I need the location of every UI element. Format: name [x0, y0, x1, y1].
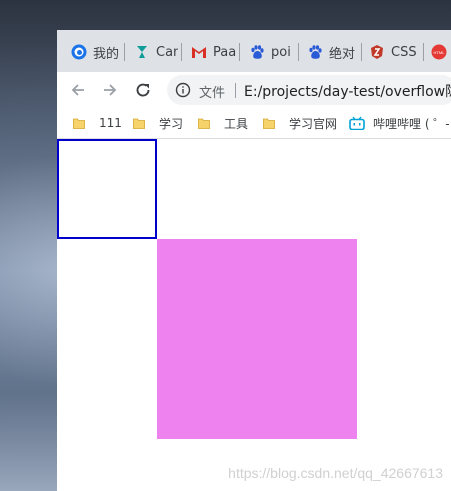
bookmark-bilibili[interactable]: 哔哩哔哩 ( ゜- [349, 114, 450, 132]
folder-icon [133, 118, 145, 129]
browser-toolbar: 文件 E:/projects/day-test/overflow隐 [57, 72, 451, 108]
bookmark-tools[interactable]: 工具 [198, 114, 248, 132]
baidu-paw-icon [309, 45, 322, 59]
bookmark-111[interactable]: 111 [73, 114, 122, 132]
browser-window: 我的 Can Paa poi 绝对 CSS HTML 文件 E:/project… [57, 30, 451, 491]
tab-separator [423, 43, 424, 61]
bookmarks-bar: 111 学习 工具 学习官网 哔哩哔哩 (゜- [57, 108, 451, 139]
url-scheme-label: 文件 [199, 86, 226, 101]
html-badge-icon: HTML [431, 44, 447, 60]
arrow-left-icon [71, 84, 84, 96]
tab-separator [124, 43, 125, 61]
watermark-text: https://blog.csdn.net/qq_42667613 [228, 465, 443, 481]
tab-3-label: Paa [213, 44, 236, 60]
info-icon[interactable] [175, 82, 191, 98]
violet-box [157, 239, 357, 439]
tab-6[interactable]: CSS [369, 41, 421, 63]
tab-separator [361, 43, 362, 61]
url-text[interactable]: E:/projects/day-test/overflow隐 [244, 81, 451, 101]
page-viewport: https://blog.csdn.net/qq_42667613 [57, 139, 451, 491]
bilibili-icon [349, 116, 365, 130]
address-bar[interactable]: 文件 E:/projects/day-test/overflow隐 [167, 75, 451, 105]
tab-separator [181, 43, 182, 61]
tab-5-label: 绝对 [329, 46, 356, 62]
bookmark-label: 111 [99, 116, 122, 130]
tab-3[interactable]: Paa [191, 41, 236, 63]
forward-button[interactable] [99, 79, 121, 101]
css-shield-icon [371, 45, 383, 59]
bookmark-label: 哔哩哔哩 ( ゜- [373, 116, 450, 131]
reload-button[interactable] [132, 79, 154, 101]
bookmark-study[interactable]: 学习 [133, 114, 183, 132]
tab-2-label: Can [156, 44, 178, 60]
gmail-icon [192, 47, 206, 58]
bookmark-label: 工具 [224, 116, 249, 131]
tab-7[interactable]: HTML [431, 41, 451, 63]
tab-separator [298, 43, 299, 61]
reload-icon [136, 83, 150, 97]
tab-2[interactable]: Can [134, 41, 178, 63]
tab-4[interactable]: poi [249, 41, 294, 63]
html-badge-text: HTML [434, 50, 446, 55]
outlined-box [57, 139, 157, 239]
baidu-paw-icon [251, 45, 264, 59]
sogou-icon [71, 44, 87, 60]
tab-1[interactable]: 我的 [71, 41, 121, 63]
caniuse-icon [137, 46, 147, 58]
back-button[interactable] [67, 79, 89, 101]
tab-5[interactable]: 绝对 [307, 41, 359, 63]
bookmark-label: 学习官网 [289, 116, 338, 131]
bookmark-label: 学习 [159, 116, 184, 131]
tab-6-label: CSS [391, 44, 417, 60]
folder-icon [263, 118, 275, 129]
tab-4-label: poi [271, 44, 291, 60]
address-divider [235, 83, 236, 98]
folder-icon [73, 118, 85, 129]
arrow-right-icon [104, 84, 117, 96]
tab-1-label: 我的 [93, 46, 120, 62]
folder-icon [198, 118, 210, 129]
tab-separator [239, 43, 240, 61]
bookmark-study-sites[interactable]: 学习官网 [263, 114, 337, 132]
tab-strip: 我的 Can Paa poi 绝对 CSS HTML [57, 30, 451, 72]
